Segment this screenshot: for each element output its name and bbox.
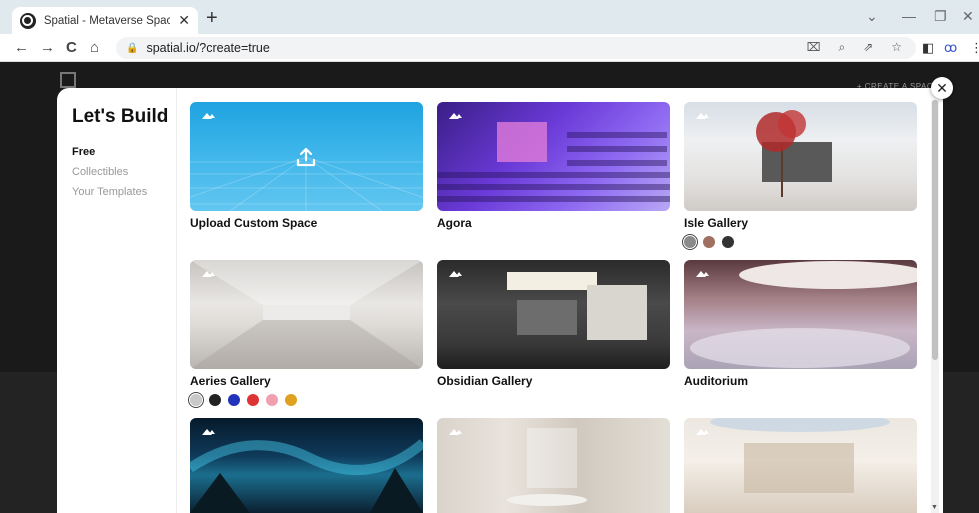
space-card-obsidian-gallery[interactable]: Obsidian Gallery	[437, 260, 670, 388]
url-text: spatial.io/?create=true	[146, 41, 270, 55]
chevron-down-icon[interactable]: ⌄	[866, 8, 878, 25]
agora-scene-graphic	[437, 122, 670, 202]
lock-icon: 🔒	[126, 42, 139, 54]
space-type-badge-icon	[696, 271, 709, 277]
space-card-pavilion[interactable]	[684, 418, 917, 513]
card-label: Agora	[437, 216, 472, 230]
space-type-badge-icon	[202, 271, 215, 277]
space-type-badge-icon	[449, 113, 462, 119]
share-icon[interactable]: ⇗	[863, 40, 873, 55]
profile-extension-icon[interactable]: ꝏ	[944, 40, 957, 56]
home-icon[interactable]: ⌂	[90, 39, 99, 56]
pavilion-scene-graphic	[710, 418, 890, 493]
space-type-badge-icon	[696, 113, 709, 119]
card-label: Auditorium	[684, 374, 748, 388]
color-swatches	[682, 234, 917, 250]
browser-tab[interactable]: Spatial - Metaverse Spaces That I ✕	[12, 7, 198, 34]
restore-icon[interactable]: ❐	[934, 8, 947, 25]
space-card-agora[interactable]: Agora	[437, 102, 670, 230]
zoom-icon[interactable]: ⌕	[838, 40, 845, 55]
color-swatch[interactable]	[703, 236, 715, 248]
card-thumbnail[interactable]	[437, 260, 670, 369]
modal-close-button[interactable]: ✕	[931, 77, 953, 99]
space-card-upload[interactable]: Upload Custom Space	[190, 102, 423, 230]
wood-scene-graphic	[507, 428, 587, 506]
sidebar-item-free[interactable]: Free	[72, 146, 95, 158]
sidebar-toggle-icon[interactable]: ◧	[922, 40, 934, 56]
card-thumbnail[interactable]	[684, 102, 917, 211]
card-thumbnail[interactable]	[684, 260, 917, 369]
modal-title: Let's Build	[72, 106, 169, 127]
card-thumbnail[interactable]	[190, 260, 423, 369]
color-swatch[interactable]	[228, 394, 240, 406]
auditorium-scene-graphic	[690, 261, 917, 368]
reload-icon[interactable]: C	[66, 39, 77, 56]
modal-scrollbar[interactable]: ▼	[931, 100, 939, 513]
card-thumbnail[interactable]	[437, 102, 670, 211]
space-card-isle-gallery[interactable]: Isle Gallery	[682, 102, 917, 250]
color-swatch[interactable]	[722, 236, 734, 248]
lets-build-modal: Let's Build Free Collectibles Your Templ…	[57, 88, 943, 513]
forward-icon[interactable]: →	[40, 39, 55, 56]
spatial-favicon-icon	[20, 12, 36, 29]
color-swatch[interactable]	[285, 394, 297, 406]
color-swatch[interactable]	[209, 394, 221, 406]
card-thumbnail[interactable]	[190, 418, 423, 513]
sidebar-item-your-templates[interactable]: Your Templates	[72, 186, 147, 198]
aurora-scene-graphic	[190, 439, 423, 513]
space-card-auditorium[interactable]: Auditorium	[684, 260, 917, 388]
translate-icon[interactable]: ⌧	[807, 40, 821, 55]
scrollbar-thumb[interactable]	[932, 100, 938, 360]
spatial-logo-icon	[60, 72, 76, 88]
space-type-badge-icon	[202, 113, 215, 119]
space-card-wood-gallery[interactable]	[437, 418, 670, 513]
card-label: Obsidian Gallery	[437, 374, 533, 388]
obsidian-scene-graphic	[507, 272, 647, 340]
space-type-badge-icon	[449, 429, 462, 435]
tab-close-icon[interactable]: ✕	[178, 12, 190, 29]
minimize-icon[interactable]: —	[902, 8, 916, 24]
browser-tabbar: Spatial - Metaverse Spaces That I ✕ + ⌄ …	[0, 0, 979, 34]
card-thumbnail[interactable]	[684, 418, 917, 513]
scroll-down-arrow-icon[interactable]: ▼	[931, 504, 938, 511]
menu-dots-icon[interactable]: ⋮	[970, 40, 979, 56]
new-tab-button[interactable]: +	[206, 7, 218, 30]
color-swatch[interactable]	[188, 392, 204, 408]
tab-title: Spatial - Metaverse Spaces That I	[43, 14, 171, 27]
space-type-badge-icon	[696, 429, 709, 435]
card-thumbnail[interactable]	[437, 418, 670, 513]
space-type-badge-icon	[202, 429, 215, 435]
aeries-scene-graphic	[190, 260, 423, 369]
space-type-badge-icon	[449, 271, 462, 277]
address-bar[interactable]: 🔒 spatial.io/?create=true ⌧ ⌕ ⇗ ☆	[116, 37, 916, 59]
bookmark-star-icon[interactable]: ☆	[891, 40, 902, 55]
card-label: Aeries Gallery	[190, 374, 271, 388]
card-label: Upload Custom Space	[190, 216, 318, 230]
color-swatch[interactable]	[682, 234, 698, 250]
back-icon[interactable]: ←	[14, 39, 29, 56]
browser-toolbar: ← → C ⌂ 🔒 spatial.io/?create=true ⌧ ⌕ ⇗ …	[0, 34, 979, 62]
window-close-icon[interactable]: ✕	[962, 8, 974, 25]
isle-scene-graphic	[756, 110, 832, 197]
sidebar-item-collectibles[interactable]: Collectibles	[72, 166, 128, 178]
color-swatches	[188, 392, 423, 408]
card-label: Isle Gallery	[684, 216, 749, 230]
modal-sidebar: Let's Build Free Collectibles Your Templ…	[57, 88, 177, 513]
space-card-aurora[interactable]	[190, 418, 423, 513]
card-thumbnail[interactable]	[190, 102, 423, 211]
color-swatch[interactable]	[247, 394, 259, 406]
upload-icon	[296, 147, 316, 167]
space-card-aeries-gallery[interactable]: Aeries Gallery	[188, 260, 423, 408]
color-swatch[interactable]	[266, 394, 278, 406]
